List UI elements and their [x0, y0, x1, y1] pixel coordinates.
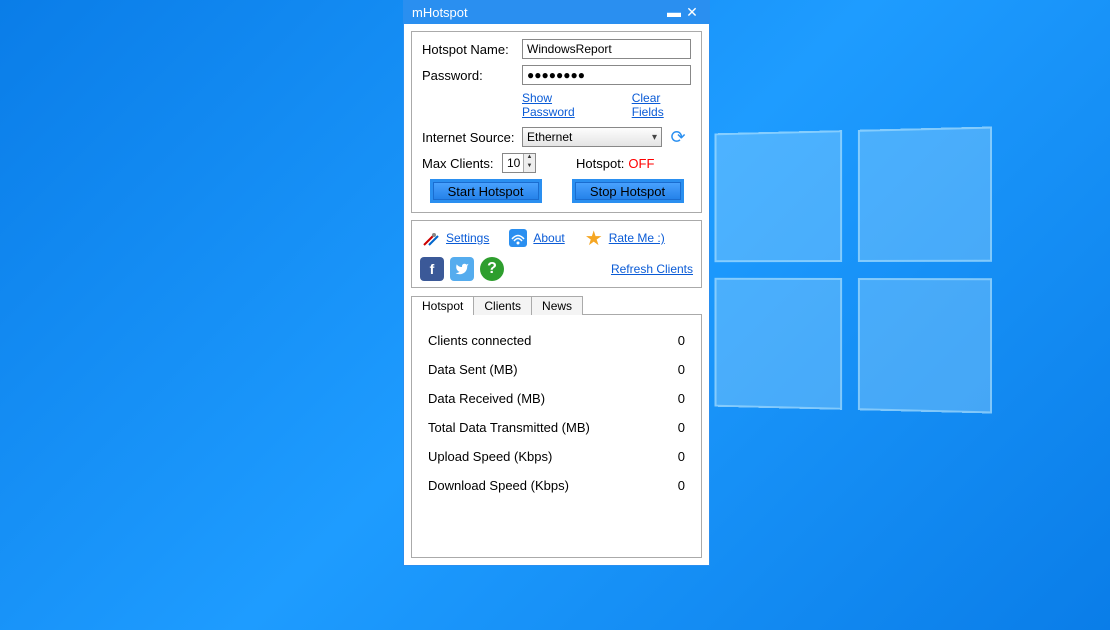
stepper-up[interactable]: ▲ — [524, 154, 535, 163]
stat-row: Data Sent (MB)0 — [428, 362, 685, 377]
twitter-button[interactable] — [450, 257, 474, 281]
tab-clients[interactable]: Clients — [473, 296, 532, 315]
max-clients-value: 10 — [507, 156, 520, 170]
stop-hotspot-button[interactable]: Stop Hotspot — [572, 179, 684, 203]
source-select[interactable]: Ethernet ▾ — [522, 127, 662, 147]
stat-row: Clients connected0 — [428, 333, 685, 348]
window-title: mHotspot — [412, 5, 468, 20]
show-password-link[interactable]: Show Password — [522, 91, 602, 119]
stat-row: Data Received (MB)0 — [428, 391, 685, 406]
max-clients-label: Max Clients: — [422, 156, 502, 171]
tabs-panel: Hotspot Clients News Clients connected0 … — [411, 295, 702, 558]
close-button[interactable]: ✕ — [683, 5, 701, 19]
stat-row: Total Data Transmitted (MB)0 — [428, 420, 685, 435]
hotspot-name-label: Hotspot Name: — [422, 42, 522, 57]
hotspot-status-value: OFF — [628, 156, 654, 171]
help-button[interactable]: ? — [480, 257, 504, 281]
password-input[interactable] — [522, 65, 691, 85]
windows-logo — [715, 127, 992, 414]
start-hotspot-button[interactable]: Start Hotspot — [430, 179, 542, 203]
stepper-down[interactable]: ▼ — [524, 163, 535, 172]
stat-row: Upload Speed (Kbps)0 — [428, 449, 685, 464]
rate-link[interactable]: Rate Me :) — [609, 231, 665, 245]
titlebar: mHotspot ▬ ✕ — [404, 0, 709, 24]
hotspot-name-input[interactable] — [522, 39, 691, 59]
hotspot-status-label: Hotspot: — [576, 156, 624, 171]
source-label: Internet Source: — [422, 130, 522, 145]
chevron-down-icon: ▾ — [652, 132, 657, 143]
app-window: mHotspot ▬ ✕ Hotspot Name: Password: Sho… — [403, 0, 710, 566]
wifi-icon — [507, 227, 529, 249]
about-link[interactable]: About — [533, 231, 564, 245]
max-clients-stepper[interactable]: 10 ▲▼ — [502, 153, 536, 173]
tab-news[interactable]: News — [531, 296, 583, 315]
refresh-clients-link[interactable]: Refresh Clients — [611, 262, 693, 276]
settings-link[interactable]: Settings — [446, 231, 489, 245]
star-icon: ★ — [583, 227, 605, 249]
refresh-source-icon[interactable]: ⟳ — [668, 127, 688, 147]
stat-row: Download Speed (Kbps)0 — [428, 478, 685, 493]
password-label: Password: — [422, 68, 522, 83]
facebook-button[interactable]: f — [420, 257, 444, 281]
settings-icon — [420, 227, 442, 249]
minimize-button[interactable]: ▬ — [665, 5, 683, 19]
tab-body: Clients connected0 Data Sent (MB)0 Data … — [411, 314, 702, 558]
clear-fields-link[interactable]: Clear Fields — [632, 91, 691, 119]
config-panel: Hotspot Name: Password: Show Password Cl… — [411, 31, 702, 213]
source-value: Ethernet — [527, 130, 572, 144]
tab-hotspot[interactable]: Hotspot — [411, 296, 474, 315]
links-panel: Settings About ★ Rate Me :) f ? Refresh … — [411, 220, 702, 288]
